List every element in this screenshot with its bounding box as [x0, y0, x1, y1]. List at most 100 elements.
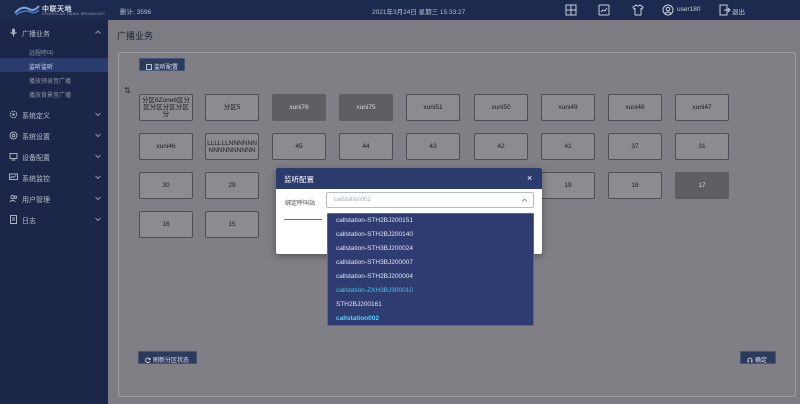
dropdown-option[interactable]: callstation-ZXH3BJ300010	[328, 284, 533, 298]
zone-tile-label: 15	[228, 221, 236, 228]
confirm-button[interactable]: 确定	[740, 351, 776, 364]
zone-tile[interactable]: xuni48	[608, 94, 662, 121]
sidebar-item-system-settings[interactable]: 系统设置	[0, 125, 108, 146]
option-label: callstation-STH3BJ200007	[336, 259, 413, 266]
zone-tile[interactable]: 31	[675, 133, 729, 160]
dropdown-option[interactable]: callstation-STH2BJ200151	[328, 214, 533, 228]
zone-tile[interactable]: xuni46	[139, 133, 193, 160]
refresh-zone-status-button[interactable]: 刷新分区状态	[138, 351, 197, 364]
dropdown-option-selected[interactable]: callstation002	[328, 312, 533, 326]
zone-tile[interactable]: xuni51	[406, 94, 460, 121]
zone-tile-label: 37	[631, 143, 639, 150]
zone-tile[interactable]: 分区5	[205, 94, 259, 121]
date-time: 2021年3月24日 星期三 15:33:27	[372, 9, 466, 16]
chart-icon[interactable]	[598, 4, 610, 16]
callstation-select[interactable]: callstation002	[326, 192, 534, 208]
sidebar-item-user-management[interactable]: 用户管理	[0, 188, 108, 209]
monitor-config-button[interactable]: 监听配置	[139, 58, 185, 71]
device-icon	[9, 153, 18, 161]
zone-tile[interactable]: 分区6Zone6区分区分区分区分区分	[139, 94, 193, 121]
chevron-down-icon	[95, 175, 101, 180]
select-value: callstation002	[334, 197, 371, 203]
grid-icon[interactable]	[565, 4, 577, 16]
logo-mark-icon	[14, 5, 40, 16]
zone-tile[interactable]: LLLLLLNNNNNNNNNNNNNNNN	[205, 133, 259, 160]
option-label: STH2BJ200161	[336, 301, 382, 308]
zone-tile[interactable]: 41	[541, 133, 595, 160]
close-icon[interactable]: ×	[527, 173, 532, 183]
divider	[284, 219, 322, 220]
sidebar-item-log[interactable]: 日志	[0, 209, 108, 230]
sidebar-item-device-config[interactable]: 设备配置	[0, 146, 108, 167]
logout-link[interactable]: 退出	[732, 6, 745, 16]
sidebar-item-broadcast[interactable]: 广播业务	[0, 22, 108, 43]
option-label: callstation-STH2BJ200151	[336, 217, 413, 224]
zone-tile[interactable]: xuni50	[474, 94, 528, 121]
option-label: callstation-ZXH3BJ300010	[336, 287, 413, 294]
callstation-dropdown: callstation-STH2BJ200151 callstation-STH…	[327, 213, 534, 326]
dropdown-option[interactable]: callstation-STH3BJ200007	[328, 256, 533, 270]
zone-tile[interactable]: 15	[205, 211, 259, 238]
zone-tile[interactable]: 19	[541, 172, 595, 199]
zone-tile[interactable]: xuni47	[675, 94, 729, 121]
logo: 中联天地 ZHONGLIAN TIANDI BROADCAST	[8, 2, 108, 18]
zone-tile-label: xuni75	[356, 104, 376, 111]
logo-subtext: ZHONGLIAN TIANDI BROADCAST	[42, 12, 106, 16]
username[interactable]: user180	[677, 6, 701, 13]
zone-tile[interactable]: 42	[474, 133, 528, 160]
zone-tile-label: 41	[564, 143, 572, 150]
dropdown-option[interactable]: callstation-STH2BJ200140	[328, 228, 533, 242]
zone-tile[interactable]: 16	[139, 211, 193, 238]
zone-tile-label: 31	[698, 143, 706, 150]
zone-tile-label: 30	[162, 182, 170, 189]
dialog-title: 监听配置	[284, 175, 314, 184]
user-circle-icon[interactable]	[662, 4, 674, 16]
confirm-label: 确定	[755, 358, 768, 364]
zone-tile[interactable]: xuni49	[541, 94, 595, 121]
zone-tile-label: 44	[362, 143, 370, 150]
option-label: callstation-STH2BJ200140	[336, 231, 413, 238]
sidebar-subitem-remote-call[interactable]: 远程呼叫	[0, 44, 108, 58]
zone-tile-label: 17	[698, 182, 706, 189]
shirt-icon[interactable]	[632, 4, 644, 16]
zone-tile[interactable]: 37	[608, 133, 662, 160]
sidebar-subitem-background[interactable]: 播放背景音广播	[0, 86, 108, 100]
sidebar-item-system-monitor[interactable]: 系统监控	[0, 167, 108, 188]
sidebar-subitem-monitor[interactable]: 监听监听	[0, 58, 108, 72]
zone-tile[interactable]: xuni75	[339, 94, 393, 121]
chevron-down-icon	[95, 217, 101, 222]
zone-tile-label: xuni49	[558, 104, 578, 111]
settings-icon	[9, 131, 18, 140]
chevron-down-icon	[95, 154, 101, 159]
logout-icon[interactable]	[719, 4, 731, 16]
subitem-label: 远程呼叫	[29, 51, 54, 57]
chevron-down-icon	[95, 196, 101, 201]
page-title: 广播业务	[117, 31, 154, 41]
zone-tile[interactable]: 45	[272, 133, 326, 160]
zone-tile[interactable]: 18	[608, 172, 662, 199]
sidebar-subitem-prerecorded[interactable]: 播放预录音广播	[0, 72, 108, 86]
dropdown-option[interactable]: callstation-STH2BJ200004	[328, 270, 533, 284]
gear-icon	[9, 110, 18, 119]
zone-tile[interactable]: 29	[205, 172, 259, 199]
zone-tile[interactable]: 44	[339, 133, 393, 160]
zone-tile[interactable]: 30	[139, 172, 193, 199]
zone-tile-label: xuni48	[625, 104, 645, 111]
sidebar-item-label: 日志	[22, 218, 36, 225]
chevron-up-icon	[95, 30, 101, 34]
sidebar-item-system-definition[interactable]: 系统定义	[0, 104, 108, 125]
zone-tile[interactable]: xuni76	[272, 94, 326, 121]
zone-tile[interactable]: 43	[406, 133, 460, 160]
sidebar-item-label: 系统监控	[22, 176, 50, 183]
sort-icon[interactable]: ⇅	[124, 86, 131, 95]
option-label: callstation-STH3BJ200024	[336, 245, 413, 252]
dropdown-option[interactable]: STH2BJ200161	[328, 298, 533, 312]
sidebar-item-label: 系统定义	[22, 113, 50, 120]
sidebar-item-label: 用户管理	[22, 197, 50, 204]
zone-tile[interactable]: 17	[675, 172, 729, 199]
subitem-label: 监听监听	[29, 65, 54, 71]
dropdown-option[interactable]: callstation-STH3BJ200024	[328, 242, 533, 256]
zone-tile-label: xuni76	[289, 104, 309, 111]
zone-tile-label: 42	[497, 143, 505, 150]
chevron-up-icon	[521, 198, 528, 202]
